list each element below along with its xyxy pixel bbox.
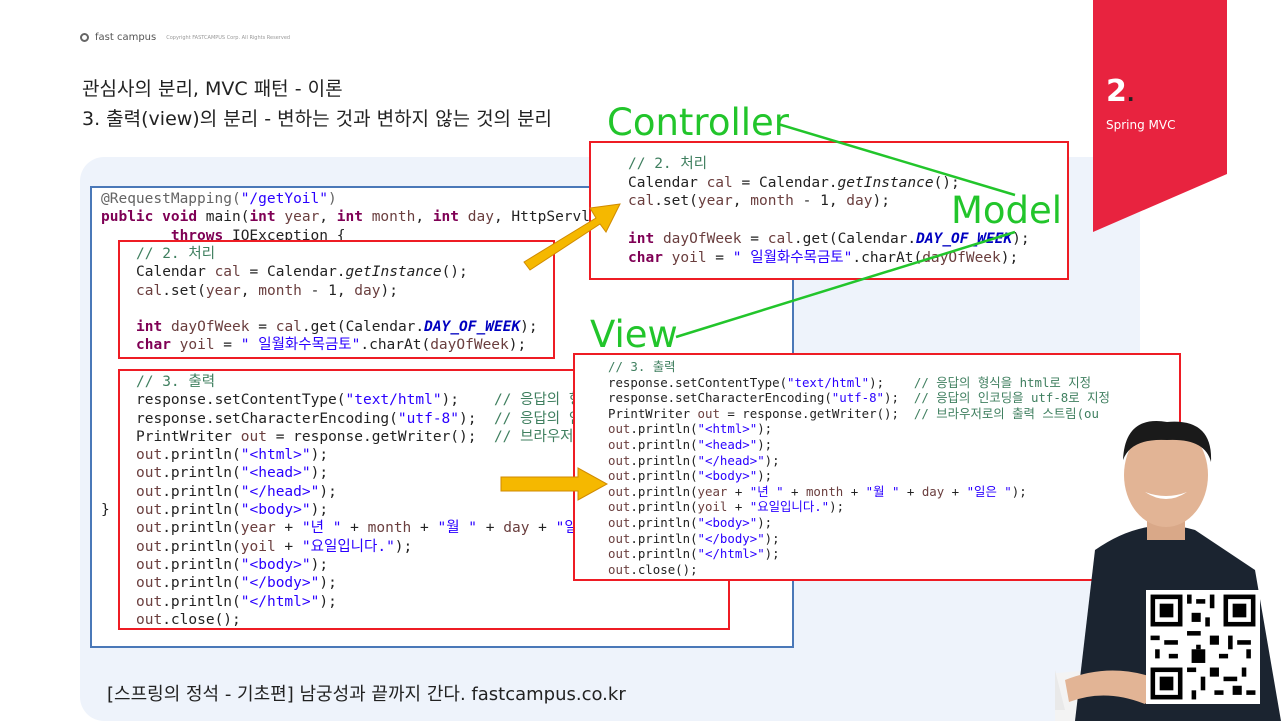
view-label: View	[590, 313, 678, 356]
arrow-right-icon	[500, 467, 609, 501]
arrow-right-icon	[523, 203, 621, 271]
model-label: Model	[951, 189, 1063, 232]
controller-label: Controller	[607, 101, 790, 144]
controller-connector-line	[777, 122, 1016, 197]
qr-code	[1146, 590, 1260, 704]
view-connector-line	[675, 230, 1016, 339]
footer-text: [스프링의 정석 - 기초편] 남궁성과 끝까지 간다. fastcampus.…	[107, 684, 626, 705]
